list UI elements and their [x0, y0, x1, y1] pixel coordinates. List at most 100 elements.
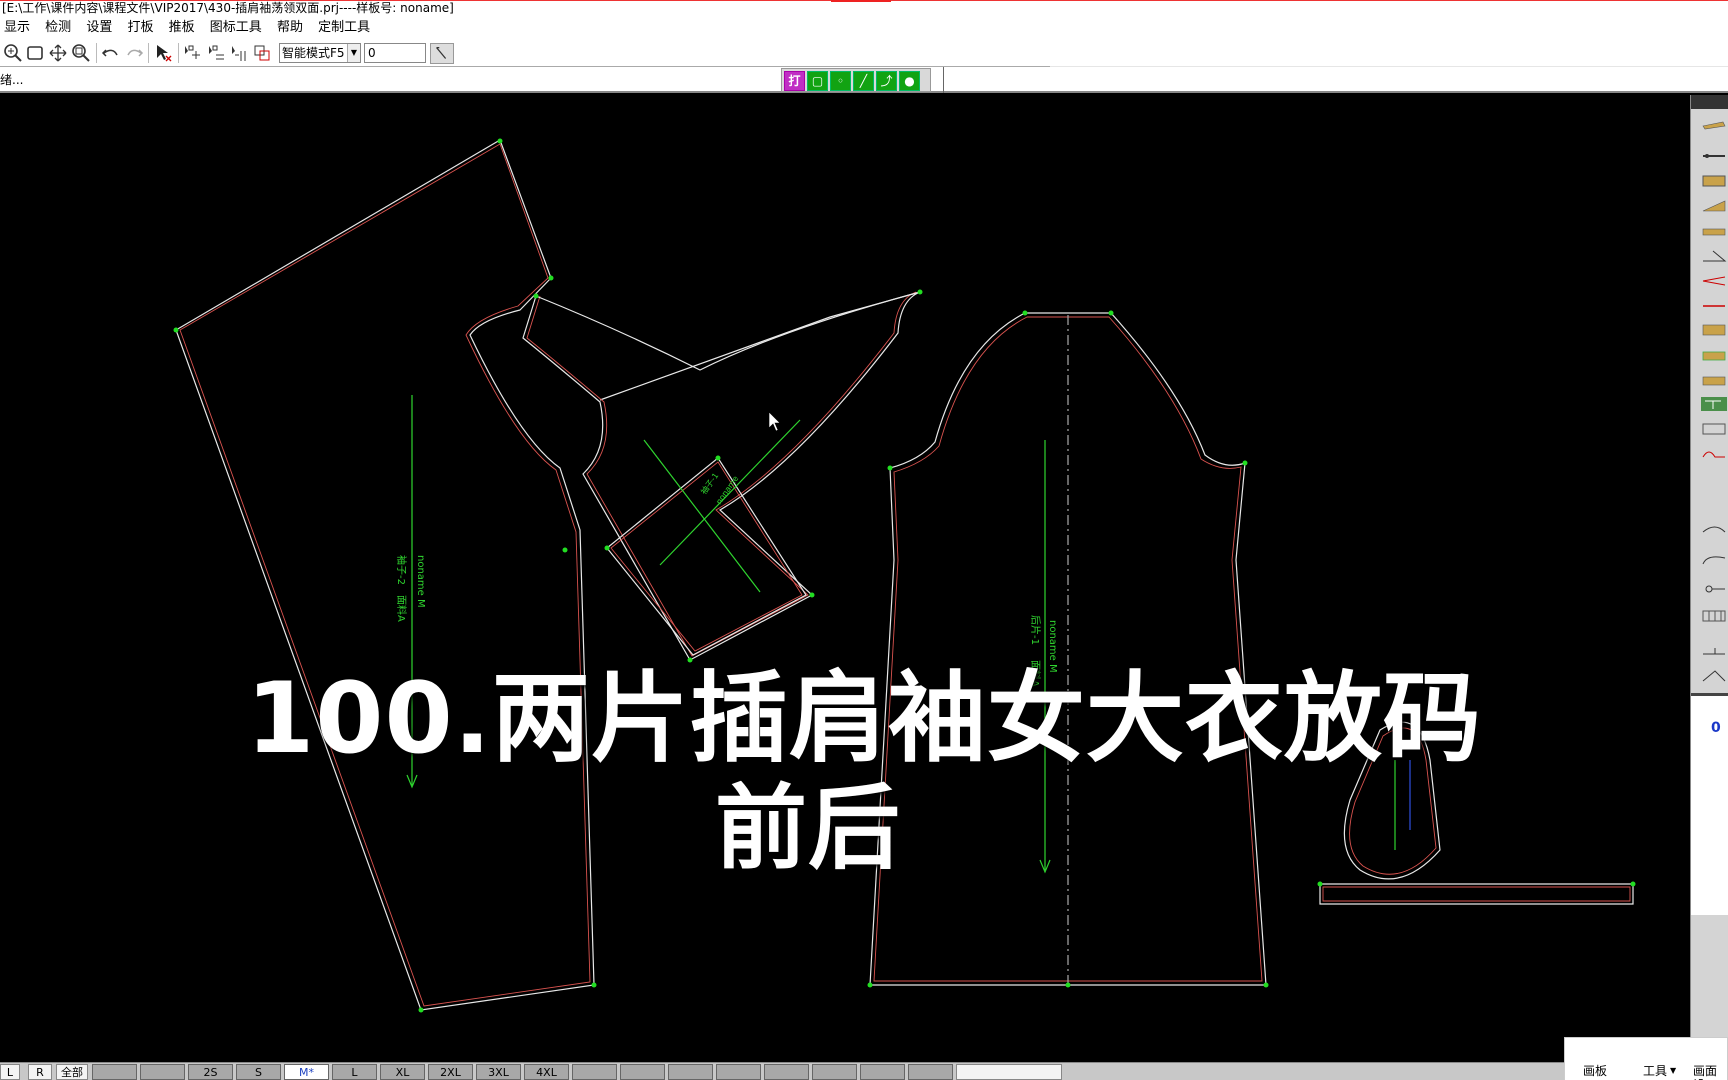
text-tool-icon[interactable]	[1701, 395, 1727, 413]
pattern-drawing: 袖子-2 noname M 面料A 后片-1 noname M 面料A 袖子-1…	[173, 138, 1636, 1013]
toolbar-separator	[178, 43, 179, 63]
panel-header	[1691, 95, 1728, 109]
size-tab-r[interactable]: R	[28, 1064, 52, 1080]
curve-tool-button[interactable]: ⤴	[876, 71, 897, 91]
main-toolbar: 智能模式F5 ▼ 0	[0, 39, 1728, 67]
line-tool-button[interactable]: ╱	[853, 71, 874, 91]
arc-tool-icon[interactable]	[1701, 550, 1727, 568]
tape-measure-icon[interactable]	[1701, 172, 1727, 190]
status-row: 绪... 打 ▢ ◦ ╱ ⤴ ●	[0, 67, 1728, 93]
size-empty-cell[interactable]	[860, 1064, 905, 1080]
tab-tools[interactable]: 工具	[1643, 1064, 1667, 1078]
tab-screen-settings[interactable]: 画面设	[1693, 1064, 1727, 1080]
grid-tool-icon[interactable]	[1701, 607, 1727, 625]
size-empty-cell[interactable]	[92, 1064, 137, 1080]
drawing-canvas[interactable]: 袖子-2 noname M 面料A 后片-1 noname M 面料A 袖子-1…	[0, 95, 1690, 1062]
curve-ruler-icon[interactable]	[1701, 520, 1727, 538]
window-title: [E:\工作\课件内容\课程文件\VIP2017\430-插肩袖荡领双面.prj…	[2, 1, 454, 15]
menu-custom-tools[interactable]: 定制工具	[318, 17, 370, 39]
pattern-mode-button[interactable]: 打	[784, 71, 805, 91]
caption-line-2: 前后	[714, 775, 901, 882]
size-l[interactable]: L	[332, 1064, 377, 1080]
size-xl[interactable]: XL	[380, 1064, 425, 1080]
size-2xl[interactable]: 2XL	[428, 1064, 473, 1080]
menu-pattern[interactable]: 打板	[127, 17, 153, 39]
stack-tool-icon[interactable]	[1701, 371, 1727, 389]
size-empty-cell[interactable]	[668, 1064, 713, 1080]
undo-icon[interactable]	[101, 43, 121, 63]
size-empty-cell[interactable]	[812, 1064, 857, 1080]
dock-tabs: 画板 工具 ▼ 画面设	[1564, 1037, 1728, 1080]
hook-tool-icon[interactable]	[1701, 445, 1727, 463]
size-s[interactable]: S	[236, 1064, 281, 1080]
grade-copy-icon[interactable]	[252, 43, 272, 63]
point-tool-button[interactable]: ◦	[830, 71, 851, 91]
size-empty-cell[interactable]	[716, 1064, 761, 1080]
frame-tool-icon[interactable]	[1701, 420, 1727, 438]
zoom-fit-icon[interactable]	[71, 43, 91, 63]
grade-y-icon[interactable]	[229, 43, 249, 63]
slope-tool-icon[interactable]	[1701, 197, 1727, 215]
redo-icon[interactable]	[124, 43, 144, 63]
size-empty-cell[interactable]	[140, 1064, 185, 1080]
piece-label-back: 后片-1	[1029, 615, 1042, 645]
toolbar-end-divider	[943, 67, 944, 93]
zoom-window-icon[interactable]	[25, 43, 45, 63]
pan-icon[interactable]	[48, 43, 68, 63]
layer-tool-icon[interactable]	[1701, 346, 1727, 364]
right-tool-panel: 0	[1690, 95, 1728, 1062]
piece-sub-sleeve-2: 面料A	[395, 595, 408, 622]
dart-tool-icon[interactable]	[1701, 667, 1727, 685]
size-empty-cell[interactable]	[764, 1064, 809, 1080]
size-4xl[interactable]: 4XL	[524, 1064, 569, 1080]
size-counter-panel: 0	[1691, 693, 1728, 915]
video-caption: 100.两片插肩袖女大衣放码 前后	[0, 664, 1728, 884]
size-3xl[interactable]: 3XL	[476, 1064, 521, 1080]
size-m-base[interactable]: M*	[284, 1064, 329, 1080]
tab-canvas[interactable]: 画板	[1583, 1064, 1607, 1078]
mode-select-value: 智能模式F5	[282, 46, 345, 60]
caption-line-1: 100.两片插肩袖女大衣放码	[246, 662, 1482, 776]
scissors-icon[interactable]	[1701, 272, 1727, 290]
menu-settings[interactable]: 设置	[86, 17, 112, 39]
grainline-sleeve-1	[643, 439, 761, 593]
chevron-down-icon[interactable]: ▼	[1670, 1064, 1676, 1078]
notch-tool-icon[interactable]	[1701, 642, 1727, 660]
block-tool-icon[interactable]	[1701, 321, 1727, 339]
rectangle-tool-button[interactable]: ▢	[807, 71, 828, 91]
ruler-icon[interactable]	[1701, 147, 1727, 165]
size-tab-all[interactable]: 全部	[56, 1064, 88, 1080]
piece-info-sleeve-2: noname M	[415, 555, 426, 608]
size-empty-cell[interactable]	[572, 1064, 617, 1080]
menu-grading[interactable]: 推板	[169, 17, 195, 39]
grade-x-icon[interactable]	[206, 43, 226, 63]
size-empty-cell[interactable]	[908, 1064, 953, 1080]
size-bar-spacer	[956, 1064, 1062, 1080]
size-counter: 0	[1711, 720, 1721, 736]
dot-tool-button[interactable]: ●	[899, 71, 920, 91]
pencil-icon[interactable]	[1701, 117, 1727, 135]
mode-select[interactable]: 智能模式F5 ▼	[279, 43, 361, 63]
menu-help[interactable]: 帮助	[277, 17, 303, 39]
status-text: 绪...	[0, 73, 24, 87]
piece-label-sleeve-2: 袖子-2	[395, 555, 408, 585]
size-bar: L R 全部 2S S M* L XL 2XL 3XL 4XL 画板 工具 ▼ …	[0, 1037, 1728, 1080]
menu-display[interactable]: 显示	[4, 17, 30, 39]
menu-icon-tools[interactable]: 图标工具	[210, 17, 262, 39]
point-tool-icon[interactable]	[1701, 580, 1727, 598]
flat-tool-icon[interactable]	[1701, 222, 1727, 240]
pencil-tool-icon[interactable]	[430, 43, 454, 64]
mouse-cursor-icon	[768, 411, 781, 432]
title-bar: [E:\工作\课件内容\课程文件\VIP2017\430-插肩袖荡领双面.prj…	[0, 0, 1728, 17]
zoom-in-icon[interactable]	[3, 43, 23, 63]
angle-tool-icon[interactable]	[1701, 247, 1727, 265]
value-input[interactable]: 0	[364, 43, 426, 63]
select-arrow-icon[interactable]	[153, 43, 173, 63]
size-empty-cell[interactable]	[620, 1064, 665, 1080]
size-2s[interactable]: 2S	[188, 1064, 233, 1080]
menu-check[interactable]: 检测	[45, 17, 71, 39]
cut-line-icon[interactable]	[1701, 297, 1727, 315]
chevron-down-icon[interactable]: ▼	[347, 44, 360, 62]
grade-point-icon[interactable]	[182, 43, 202, 63]
size-tab-l[interactable]: L	[0, 1064, 20, 1080]
